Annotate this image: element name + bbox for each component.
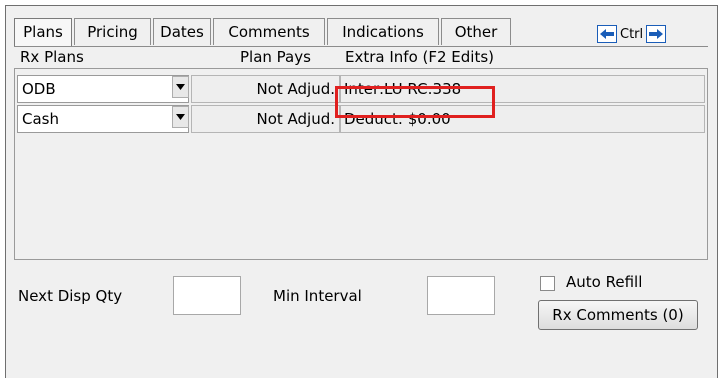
rx-comments-button[interactable]: Rx Comments (0) — [538, 300, 698, 330]
header-plan-pays: Plan Pays — [240, 48, 311, 66]
next-disp-qty-input[interactable] — [173, 276, 241, 315]
plan-pays-value: Not Adjud. — [256, 110, 335, 128]
tab-pricing[interactable]: Pricing — [74, 18, 151, 45]
min-interval-input[interactable] — [427, 276, 495, 315]
arrow-right-icon[interactable] — [646, 25, 667, 43]
header-rx-plans: Rx Plans — [20, 48, 84, 66]
plan-pays-value: Not Adjud. — [256, 80, 335, 98]
chevron-down-icon[interactable] — [172, 106, 189, 128]
highlight-box — [335, 86, 495, 118]
tab-comments[interactable]: Comments — [213, 18, 325, 45]
next-disp-qty-label: Next Disp Qty — [18, 287, 123, 305]
tab-indications[interactable]: Indications — [327, 18, 439, 45]
tab-indications-label: Indications — [342, 23, 424, 41]
plan-pays-cell: Not Adjud. — [191, 105, 340, 133]
tab-pricing-label: Pricing — [87, 23, 138, 41]
rx-comments-label: Rx Comments (0) — [552, 306, 684, 324]
chevron-down-icon[interactable] — [172, 76, 189, 98]
min-interval-label: Min Interval — [273, 287, 362, 305]
tab-plans-label: Plans — [23, 23, 63, 41]
auto-refill-label: Auto Refill — [566, 273, 643, 291]
arrow-left-icon[interactable] — [597, 25, 617, 43]
plan-pays-cell: Not Adjud. — [191, 75, 340, 103]
ctrl-nav: Ctrl — [597, 23, 667, 45]
plan-select[interactable]: Cash — [17, 105, 189, 133]
grid-header: Rx Plans Plan Pays Extra Info (F2 Edits) — [14, 46, 708, 69]
ctrl-label: Ctrl — [620, 26, 644, 42]
tab-dates-label: Dates — [160, 23, 204, 41]
header-extra-info: Extra Info (F2 Edits) — [345, 48, 495, 66]
tab-comments-label: Comments — [228, 23, 310, 41]
tab-dates[interactable]: Dates — [153, 18, 211, 45]
plan-value: Cash — [22, 110, 59, 128]
tab-other-label: Other — [454, 23, 498, 41]
plan-value: ODB — [22, 80, 56, 98]
plan-select[interactable]: ODB — [17, 75, 189, 103]
tab-other[interactable]: Other — [441, 18, 511, 45]
auto-refill-checkbox[interactable] — [540, 276, 555, 291]
tab-plans[interactable]: Plans — [14, 18, 72, 48]
